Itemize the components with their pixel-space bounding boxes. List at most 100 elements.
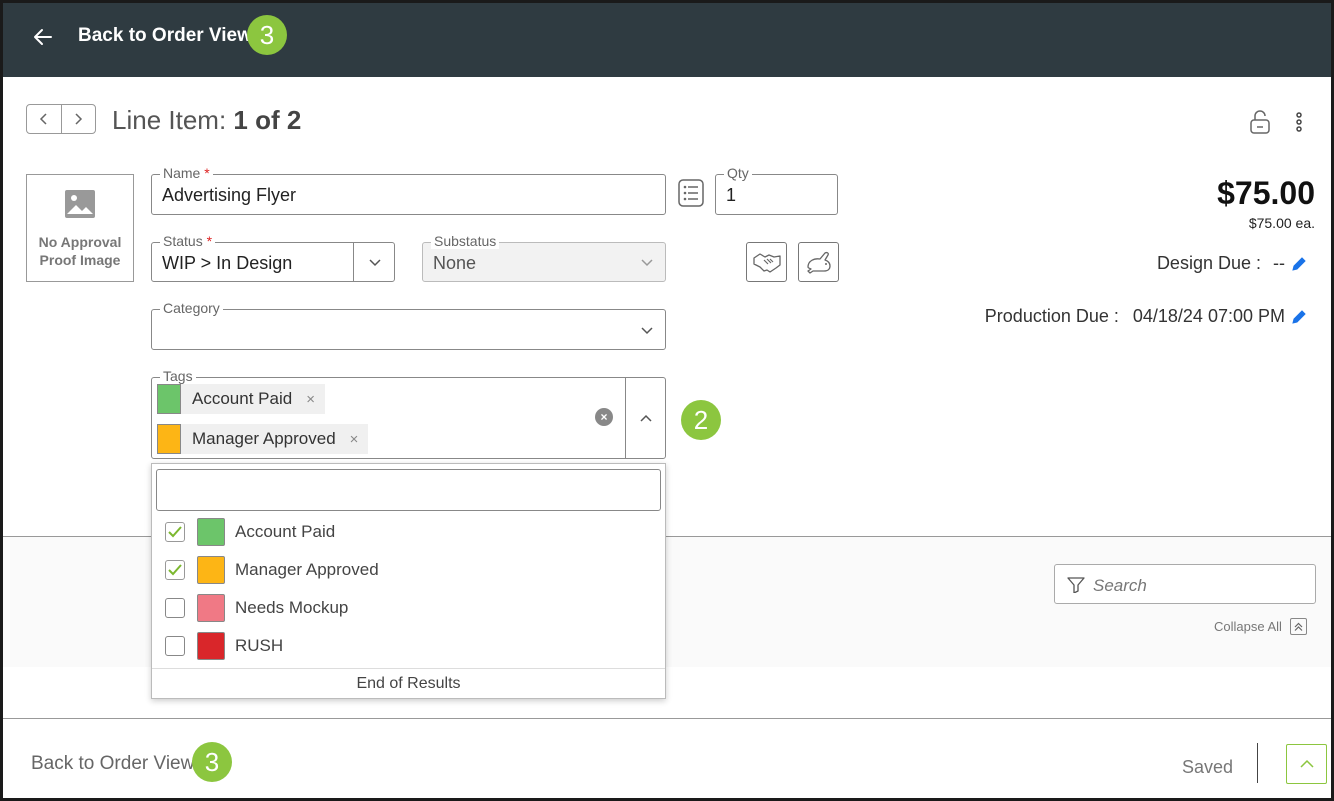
collapse-up-icon bbox=[1289, 618, 1307, 635]
rabbit-icon bbox=[806, 251, 831, 274]
required-mark: * bbox=[206, 233, 213, 249]
title-count: 1 of 2 bbox=[233, 105, 302, 135]
tag-option-label: Account Paid bbox=[235, 522, 336, 541]
chevron-up-icon bbox=[639, 414, 652, 422]
tag-chip-label: Account Paid bbox=[192, 389, 293, 408]
save-status: Saved bbox=[1182, 757, 1234, 777]
search-input[interactable]: Search bbox=[1054, 564, 1316, 604]
production-due-row: Production Due : 04/18/24 07:00 PM bbox=[985, 306, 1307, 327]
checkbox[interactable] bbox=[165, 522, 185, 542]
clear-tags-icon[interactable]: × bbox=[595, 408, 613, 426]
tag-option-label: Manager Approved bbox=[235, 560, 379, 579]
select-divider bbox=[353, 243, 354, 281]
chevron-down-icon[interactable] bbox=[368, 256, 382, 270]
category-select[interactable]: Category bbox=[151, 300, 666, 350]
tag-color-swatch bbox=[157, 424, 181, 454]
tag-option-label: RUSH bbox=[235, 636, 284, 655]
line-item-nav bbox=[26, 104, 96, 134]
footer-bar: Back to Order View 3 Saved bbox=[3, 719, 1331, 798]
name-label: Name * bbox=[160, 165, 213, 181]
checkbox[interactable] bbox=[165, 636, 185, 656]
list-icon[interactable] bbox=[678, 179, 704, 212]
unlock-icon[interactable] bbox=[1248, 109, 1272, 135]
back-to-order-link[interactable]: Back to Order View bbox=[78, 25, 252, 47]
production-due-label: Production Due : bbox=[984, 306, 1119, 326]
checkbox[interactable] bbox=[165, 560, 185, 580]
category-label: Category bbox=[160, 300, 223, 316]
qty-field[interactable]: Qty 1 bbox=[715, 165, 838, 215]
page-title: Line Item: 1 of 2 bbox=[112, 105, 301, 136]
status-label-text: Status bbox=[163, 233, 203, 249]
name-field[interactable]: Name * Advertising Flyer bbox=[151, 165, 666, 215]
design-due-label: Design Due : bbox=[1156, 253, 1261, 273]
status-value: WIP > In Design bbox=[162, 253, 293, 273]
tag-color-swatch bbox=[197, 594, 225, 622]
checkmark-icon bbox=[168, 564, 182, 576]
tags-multiselect[interactable]: Tags Account Paid × Manager Approved × × bbox=[151, 368, 666, 459]
substatus-value: None bbox=[433, 253, 477, 273]
filter-icon bbox=[1067, 577, 1085, 593]
required-mark: * bbox=[204, 165, 210, 181]
production-due-value: 04/18/24 07:00 PM bbox=[1132, 306, 1285, 326]
scroll-to-top-button[interactable] bbox=[1286, 744, 1327, 784]
tag-chip-label: Manager Approved bbox=[192, 429, 336, 448]
end-of-results: End of Results bbox=[152, 668, 665, 698]
search-placeholder: Search bbox=[1093, 576, 1147, 595]
tag-color-swatch bbox=[197, 632, 225, 660]
tag-chip: Account Paid × bbox=[157, 384, 325, 414]
chevron-down-icon[interactable] bbox=[640, 324, 654, 338]
checkbox[interactable] bbox=[165, 598, 185, 618]
tag-option[interactable]: Account Paid bbox=[152, 513, 665, 551]
tags-label: Tags bbox=[160, 368, 196, 384]
substatus-label: Substatus bbox=[431, 233, 500, 249]
tags-toggle-button[interactable] bbox=[625, 378, 665, 458]
tags-search-input[interactable] bbox=[156, 469, 661, 511]
proof-placeholder-text: No Approval Proof Image bbox=[38, 234, 122, 268]
name-value: Advertising Flyer bbox=[162, 185, 297, 205]
handshake-icon bbox=[752, 253, 781, 273]
substatus-select: Substatus None bbox=[422, 233, 666, 282]
tag-color-swatch bbox=[197, 518, 225, 546]
proof-image-placeholder[interactable]: No Approval Proof Image bbox=[26, 174, 134, 282]
tag-color-swatch bbox=[157, 384, 181, 414]
remove-tag-icon[interactable]: × bbox=[350, 431, 359, 448]
collapse-all-label: Collapse All bbox=[1214, 619, 1282, 634]
footer-back-link[interactable]: Back to Order View bbox=[31, 753, 194, 775]
title-prefix: Line Item: bbox=[112, 105, 227, 135]
tags-dropdown: Account Paid Manager Approved Needs Mock… bbox=[151, 463, 666, 699]
footer-separator bbox=[1257, 743, 1258, 783]
remove-tag-icon[interactable]: × bbox=[306, 391, 315, 408]
tag-chip: Manager Approved × bbox=[157, 424, 369, 454]
image-icon bbox=[65, 190, 95, 218]
name-label-text: Name bbox=[163, 165, 201, 181]
more-options-icon[interactable] bbox=[1287, 109, 1311, 135]
chevron-left-icon bbox=[39, 113, 47, 125]
tag-option[interactable]: Manager Approved bbox=[152, 551, 665, 589]
unit-price: $75.00 ea. bbox=[1248, 215, 1315, 231]
chevron-down-icon bbox=[641, 259, 653, 267]
total-price: $75.00 bbox=[1217, 175, 1315, 211]
checkmark-icon bbox=[168, 526, 182, 538]
handshake-button[interactable] bbox=[746, 242, 787, 282]
design-due-value: -- bbox=[1273, 253, 1285, 273]
top-bar: Back to Order View 3 bbox=[3, 3, 1331, 77]
rush-rabbit-button[interactable] bbox=[798, 242, 839, 282]
tag-option[interactable]: Needs Mockup bbox=[152, 589, 665, 627]
chevron-up-icon bbox=[1299, 759, 1314, 768]
back-arrow-icon[interactable] bbox=[31, 25, 55, 49]
prev-item-button[interactable] bbox=[27, 105, 61, 133]
callout-badge: 3 bbox=[247, 15, 287, 55]
design-due-row: Design Due : -- bbox=[1157, 253, 1307, 274]
collapse-all-button[interactable]: Collapse All bbox=[1214, 618, 1307, 635]
callout-badge: 2 bbox=[681, 400, 721, 440]
app-frame: Back to Order View 3 Line Item: 1 of 2 N… bbox=[0, 0, 1334, 801]
qty-value: 1 bbox=[726, 185, 737, 205]
status-select[interactable]: Status * WIP > In Design bbox=[151, 233, 395, 282]
status-label: Status * bbox=[160, 233, 216, 249]
edit-pencil-icon[interactable] bbox=[1291, 309, 1307, 325]
next-item-button[interactable] bbox=[60, 105, 95, 133]
tag-option[interactable]: RUSH bbox=[152, 627, 665, 665]
tag-option-label: Needs Mockup bbox=[235, 598, 349, 617]
edit-pencil-icon[interactable] bbox=[1291, 256, 1307, 272]
tag-color-swatch bbox=[197, 556, 225, 584]
